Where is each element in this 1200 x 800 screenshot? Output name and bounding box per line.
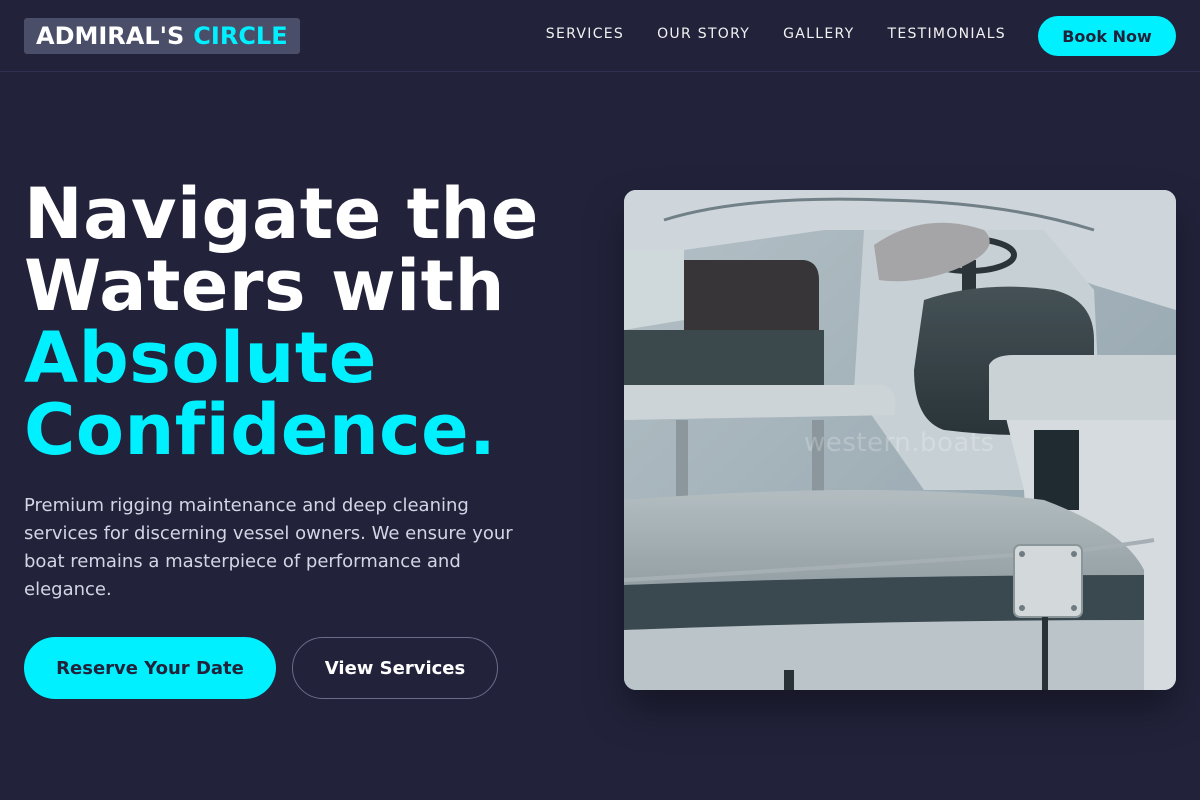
hero-title: Navigate the Waters with Absolute Confid… bbox=[24, 178, 594, 466]
hero-description: Premium rigging maintenance and deep cle… bbox=[24, 495, 513, 600]
image-watermark: western.boats bbox=[804, 428, 995, 458]
reserve-date-button[interactable]: Reserve Your Date bbox=[24, 637, 276, 699]
view-services-button[interactable]: View Services bbox=[292, 637, 498, 699]
book-now-button[interactable]: Book Now bbox=[1038, 16, 1176, 56]
main-nav: SERVICES OUR STORY GALLERY TESTIMONIALS bbox=[546, 24, 1006, 44]
brand-name-part2: CIRCLE bbox=[193, 22, 288, 50]
site-header: ADMIRAL'S CIRCLE SERVICES OUR STORY GALLE… bbox=[0, 0, 1200, 72]
hero-boat-image: western.boats bbox=[624, 190, 1176, 690]
brand-name-part1: ADMIRAL'S bbox=[36, 22, 185, 50]
hero-title-line-1: Navigate the bbox=[24, 173, 539, 255]
hero-title-line-4: Confidence. bbox=[24, 389, 497, 471]
hero-title-line-3: Absolute bbox=[24, 317, 377, 399]
nav-link-services[interactable]: SERVICES bbox=[546, 26, 624, 42]
hero-title-line-2: Waters with bbox=[24, 245, 505, 327]
nav-link-testimonials[interactable]: TESTIMONIALS bbox=[887, 26, 1006, 42]
nav-link-gallery[interactable]: GALLERY bbox=[783, 26, 854, 42]
nav-link-our-story[interactable]: OUR STORY bbox=[657, 26, 750, 42]
brand-logo[interactable]: ADMIRAL'S CIRCLE bbox=[24, 18, 300, 54]
